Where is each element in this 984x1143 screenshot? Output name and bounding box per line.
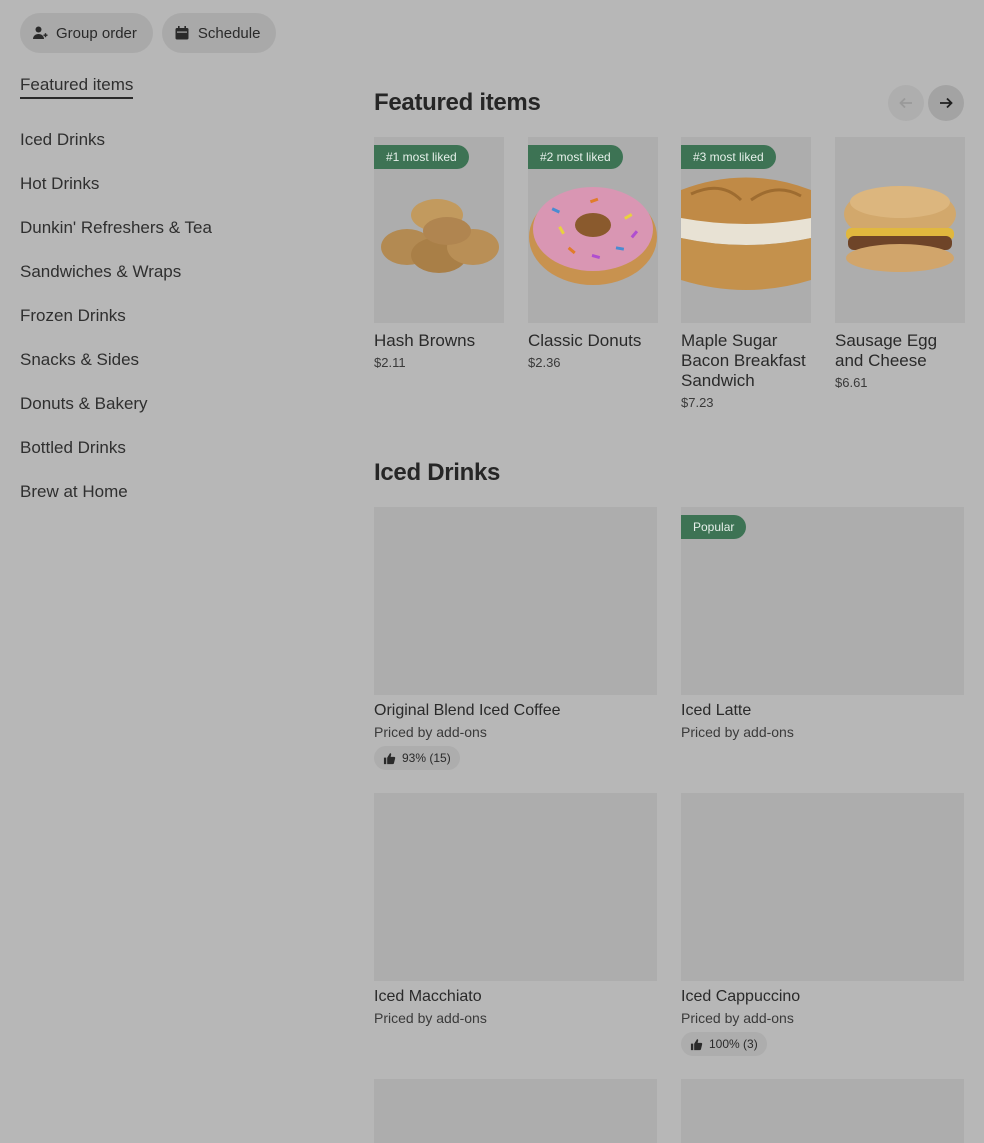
calendar-icon [175,26,189,40]
arrow-left-icon [899,97,912,109]
sidebar-item-iced-drinks[interactable]: Iced Drinks [20,118,340,162]
sidebar-item-snacks-sides[interactable]: Snacks & Sides [20,338,340,382]
thumbs-up-icon [383,752,396,764]
item-price: $2.36 [528,355,561,370]
sidebar-item-label: Iced Drinks [20,130,106,149]
croissant-sandwich-picture [681,177,811,290]
item-name: Maple Sugar Bacon Breakfast Sandwich [681,331,806,390]
menu-item-card[interactable]: Iced Cappuccino Priced by add-ons 100% (… [681,793,964,1056]
carousel-next-button[interactable] [928,85,964,121]
item-name: Sausage Egg and Cheese [835,331,938,370]
item-price-note: Priced by add-ons [374,1010,487,1026]
item-price-note: Priced by add-ons [374,724,487,740]
rating-badge: 93% (15) [374,746,460,770]
item-image [681,793,964,981]
sidebar-item-label: Bottled Drinks [20,438,126,457]
sidebar-item-bottled-drinks[interactable]: Bottled Drinks [20,426,340,470]
item-name: Iced Latte [681,702,752,719]
rank-badge: #3 most liked [681,145,776,169]
arrow-right-icon [940,97,953,109]
carousel-prev-button[interactable] [888,85,924,121]
group-order-label: Group order [56,24,137,42]
sidebar-item-donuts-bakery[interactable]: Donuts & Bakery [20,382,340,426]
sausage-sandwich-picture [844,186,956,272]
item-image [374,1079,657,1143]
sidebar-item-label: Snacks & Sides [20,350,140,369]
item-price: $6.61 [835,375,868,390]
item-image [374,507,657,695]
featured-item-card[interactable]: Sausage Egg and Cheese $6.61 [835,137,965,390]
rank-badge: #2 most liked [528,145,623,169]
item-name: Hash Browns [374,331,476,350]
item-image [681,1079,964,1143]
sausage-sandwich-image [835,137,965,323]
top-actions: Group order Schedule [20,13,277,53]
menu-item-card[interactable]: Iced Macchiato Priced by add-ons [374,793,657,1026]
sidebar-item-sandwiches-wraps[interactable]: Sandwiches & Wraps [20,250,340,294]
menu-item-card[interactable] [374,1079,657,1143]
item-price: $2.11 [374,355,406,370]
sidebar-item-label: Donuts & Bakery [20,394,148,413]
schedule-button[interactable]: Schedule [161,13,277,53]
item-name: Iced Cappuccino [681,988,801,1005]
sidebar-item-label: Hot Drinks [20,174,100,193]
item-price-note: Priced by add-ons [681,724,794,740]
sidebar-item-hot-drinks[interactable]: Hot Drinks [20,162,340,206]
sidebar-item-label: Brew at Home [20,482,128,501]
sidebar-item-refreshers-tea[interactable]: Dunkin' Refreshers & Tea [20,206,340,250]
item-price: $7.23 [681,395,714,410]
thumbs-up-icon [690,1038,703,1050]
group-order-button[interactable]: Group order [20,13,153,53]
sidebar-item-label: Featured items [20,75,134,99]
category-sidebar: Featured items Iced Drinks Hot Drinks Du… [20,74,340,514]
hash-browns-picture [381,199,499,273]
item-name: Original Blend Iced Coffee [374,702,561,719]
item-price-note: Priced by add-ons [681,1010,794,1026]
item-image [374,793,657,981]
sidebar-item-label: Dunkin' Refreshers & Tea [20,218,212,237]
popular-badge: Popular [681,515,747,539]
sidebar-item-featured-items[interactable]: Featured items [20,74,340,100]
rank-badge: #1 most liked [374,145,469,169]
sidebar-item-brew-at-home[interactable]: Brew at Home [20,470,340,514]
rating-text: 100% (3) [709,1037,758,1051]
menu-item-card[interactable] [681,1079,964,1143]
schedule-label: Schedule [197,24,261,42]
sidebar-item-label: Sandwiches & Wraps [20,262,182,281]
rating-badge: 100% (3) [681,1032,767,1056]
item-name: Iced Macchiato [374,988,482,1005]
sidebar-item-frozen-drinks[interactable]: Frozen Drinks [20,294,340,338]
sidebar-item-label: Frozen Drinks [20,306,126,325]
featured-section-title: Featured items [374,89,541,116]
iced-drinks-section-title: Iced Drinks [374,459,501,486]
person-add-icon [33,26,48,39]
menu-item-card[interactable]: Popular Iced Latte Priced by add-ons [681,507,964,740]
featured-item-card[interactable]: #2 most liked Classic Donuts $2.36 [528,137,658,370]
rating-text: 93% (15) [402,751,451,765]
item-name: Classic Donuts [528,331,642,350]
donut-picture [529,187,657,285]
menu-item-card[interactable]: Original Blend Iced Coffee Priced by add… [374,507,657,770]
featured-item-card[interactable]: #1 most liked Hash Browns $2.11 [374,137,504,370]
featured-item-card[interactable]: #3 most liked Maple Sugar Bacon Breakfas… [681,137,811,410]
item-image: Popular [681,507,964,695]
